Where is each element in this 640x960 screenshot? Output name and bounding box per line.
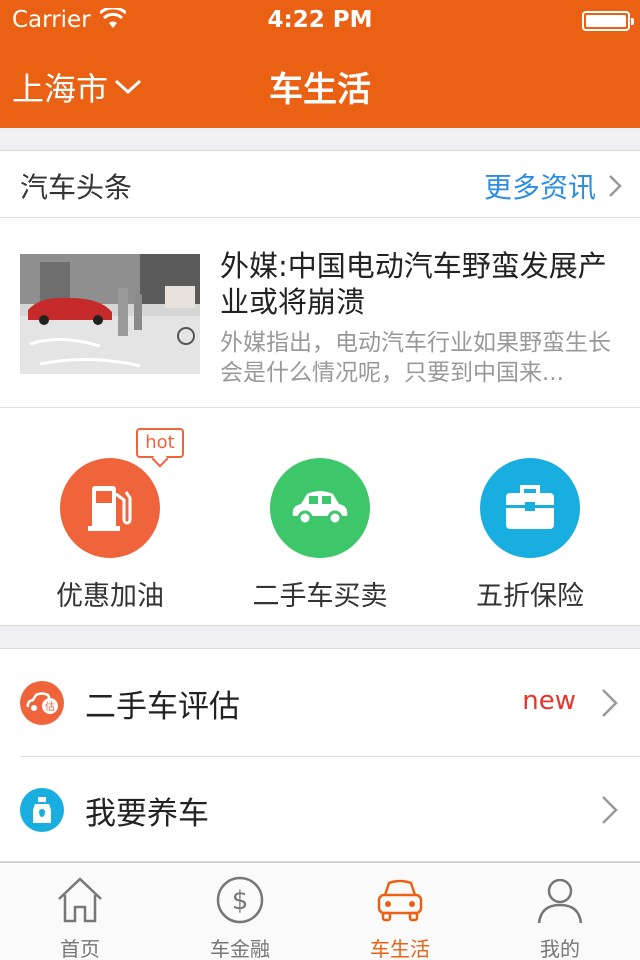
news-header-title: 汽车头条: [20, 171, 133, 204]
service-label: 五折保险: [476, 581, 584, 612]
gas-pump-icon: [88, 486, 132, 531]
tab-car-life[interactable]: 车生活: [320, 863, 480, 960]
service-circle: [480, 458, 580, 558]
svg-text:估: 估: [45, 700, 55, 713]
chevron-right-icon: [602, 796, 618, 824]
home-icon: [58, 877, 102, 923]
nav-bar: 上海市 车生活: [0, 40, 640, 128]
tab-label: 车生活: [370, 937, 430, 960]
service-circle: [60, 458, 160, 558]
news-article[interactable]: 外媒:中国电动汽车野蛮发展产业或将崩溃 外媒指出，电动汽车行业如果野蛮生长会是什…: [0, 218, 640, 408]
status-bar: Carrier 4:22 PM: [0, 0, 640, 40]
service-discount-fuel[interactable]: 优惠加油: [5, 458, 215, 613]
service-circle: [270, 458, 370, 558]
article-thumbnail: [20, 254, 200, 374]
tab-label: 我的: [540, 937, 580, 960]
hot-badge: hot: [136, 428, 184, 458]
feature-list: 估 二手车评估 new 我要养车: [0, 648, 640, 862]
tab-home[interactable]: 首页: [0, 863, 160, 960]
user-icon: [537, 878, 583, 924]
list-item-used-car-appraisal[interactable]: 估 二手车评估 new: [0, 649, 640, 756]
tab-label: 车金融: [210, 937, 270, 960]
car-front-icon: [377, 879, 423, 922]
tab-label: 首页: [60, 937, 100, 960]
article-title: 外媒:中国电动汽车野蛮发展产业或将崩溃: [220, 249, 607, 319]
briefcase-icon: [506, 485, 554, 529]
new-badge: new: [522, 686, 576, 716]
list-item-label: 二手车评估: [85, 689, 240, 725]
services-grid: 优惠加油 hot 二手车买卖 五折保险: [0, 408, 640, 626]
list-item-label: 我要养车: [85, 796, 209, 832]
page-title: 车生活: [269, 70, 371, 110]
dollar-icon: $: [216, 876, 264, 924]
chevron-right-icon: [609, 175, 622, 197]
service-label: 二手车买卖: [252, 581, 388, 612]
oil-bottle-icon: [20, 788, 64, 832]
status-time: 4:22 PM: [267, 7, 373, 33]
chevron-right-icon: [602, 689, 618, 717]
news-header: 汽车头条 更多资讯: [0, 151, 640, 218]
list-item-car-maintenance[interactable]: 我要养车: [0, 756, 640, 863]
battery-icon: [582, 11, 634, 31]
svg-text:$: $: [232, 886, 249, 916]
service-used-car-trade[interactable]: 二手车买卖: [215, 458, 425, 613]
service-label: 优惠加油: [56, 581, 164, 612]
car-icon: [292, 491, 348, 526]
more-news-link[interactable]: 更多资讯: [484, 166, 622, 206]
more-news-label: 更多资讯: [483, 171, 596, 204]
article-summary: 外媒指出，电动汽车行业如果野蛮生长会是什么情况呢，只要到中国来...: [220, 330, 611, 386]
tab-car-finance[interactable]: $ 车金融: [160, 863, 320, 960]
service-half-price-insurance[interactable]: 五折保险: [425, 458, 635, 613]
tab-bar: 首页 $ 车金融 车生活 我的: [0, 862, 640, 960]
car-appraisal-icon: 估: [20, 681, 64, 725]
tab-mine[interactable]: 我的: [480, 863, 640, 960]
news-section: 汽车头条 更多资讯 外媒:中国电动汽车野蛮发展产业或将崩溃 外媒指出，电动汽车行…: [0, 150, 640, 626]
